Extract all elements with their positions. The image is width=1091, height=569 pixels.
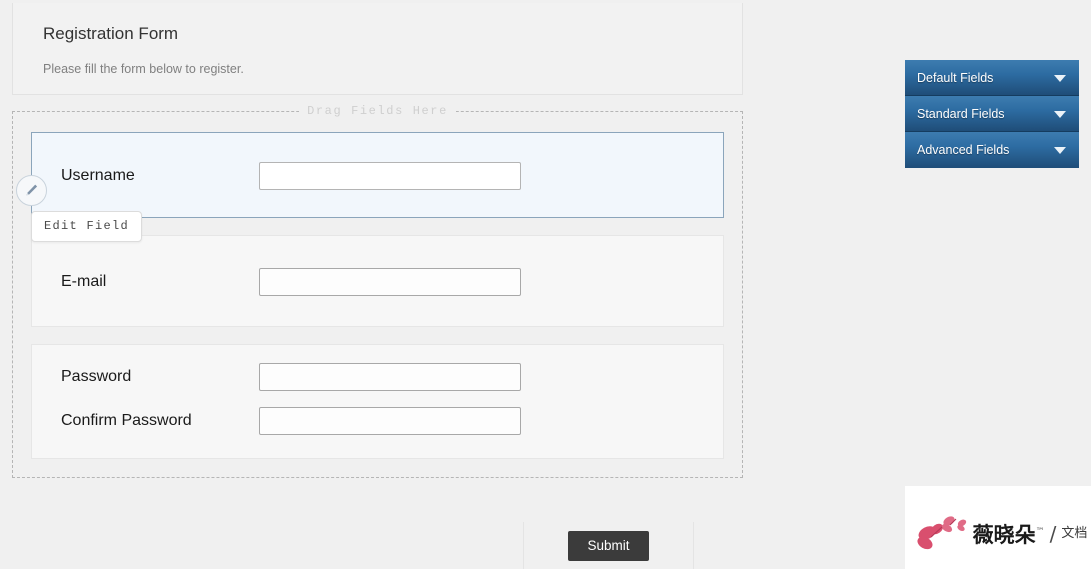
panel-section-standard-fields[interactable]: Standard Fields <box>905 96 1079 132</box>
field-block-password[interactable]: Password Confirm Password <box>31 344 724 459</box>
field-block-username[interactable]: Username Edit Field <box>16 132 724 242</box>
panel-section-advanced-fields-label: Advanced Fields <box>917 143 1010 157</box>
confirm-password-input[interactable] <box>259 407 521 435</box>
pencil-icon <box>23 182 40 199</box>
field-block-email[interactable]: E-mail <box>31 235 724 327</box>
edit-field-handle[interactable] <box>16 175 47 206</box>
submit-bar: Submit <box>523 522 694 569</box>
field-row-username: Username <box>32 133 723 219</box>
panel-section-standard-fields-label: Standard Fields <box>917 107 1005 121</box>
form-header-panel: Registration Form Please fill the form b… <box>12 3 743 95</box>
field-label-email: E-mail <box>61 273 107 290</box>
watermark-brand: 薇晓朵™ <box>973 521 1045 546</box>
watermark-inner: 薇晓朵™ / 文档 <box>909 507 1088 560</box>
password-input[interactable] <box>259 363 521 391</box>
form-subtitle: Please fill the form below to register. <box>43 62 244 76</box>
field-label-username: Username <box>61 167 135 184</box>
panel-section-advanced-fields[interactable]: Advanced Fields <box>905 132 1079 168</box>
drop-zone[interactable]: Drag Fields Here Username Edit Field E-m… <box>12 104 743 478</box>
drop-zone-legend-text: Drag Fields Here <box>299 104 456 118</box>
form-builder-column: Registration Form Please fill the form b… <box>12 0 743 478</box>
submit-button[interactable]: Submit <box>568 530 649 561</box>
chevron-down-icon <box>1054 147 1066 154</box>
chevron-down-icon <box>1054 75 1066 82</box>
watermark-subtitle: 文档 <box>1061 525 1088 541</box>
watermark: 薇晓朵™ / 文档 <box>905 486 1091 569</box>
watermark-brand-text: 薇晓朵 <box>972 523 1036 547</box>
field-row-password: Password <box>32 355 723 399</box>
field-row-confirm-password: Confirm Password <box>32 399 723 443</box>
trademark-symbol: ™ <box>1035 527 1045 537</box>
field-label-confirm-password: Confirm Password <box>61 412 192 429</box>
drop-zone-legend: Drag Fields Here <box>13 104 742 118</box>
username-input[interactable] <box>259 162 521 190</box>
field-label-password: Password <box>61 368 132 385</box>
field-row-email: E-mail <box>32 236 723 328</box>
chevron-down-icon <box>1054 111 1066 118</box>
page-title: Registration Form <box>43 24 179 43</box>
watermark-separator: / <box>1049 521 1057 546</box>
fields-panel: Default Fields Standard Fields Advanced … <box>905 60 1079 168</box>
panel-section-default-fields-label: Default Fields <box>917 71 994 85</box>
butterfly-logo-icon <box>909 507 971 560</box>
edit-field-tooltip: Edit Field <box>31 211 143 242</box>
email-input[interactable] <box>259 268 521 296</box>
panel-section-default-fields[interactable]: Default Fields <box>905 60 1079 96</box>
